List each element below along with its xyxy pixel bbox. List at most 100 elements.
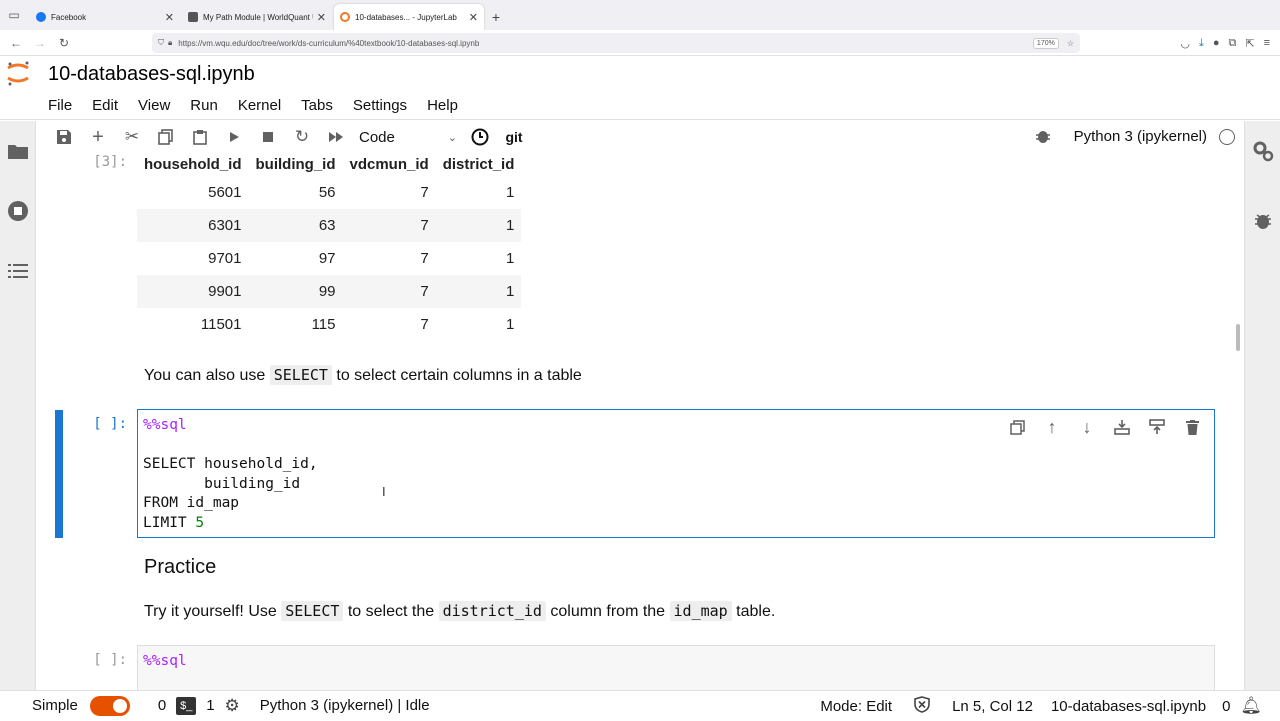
reload-icon[interactable]: ↻	[52, 36, 76, 50]
cell-type-select[interactable]: Code ⌄	[359, 129, 463, 146]
menu-edit[interactable]: Edit	[92, 97, 118, 114]
trusted-shield-icon[interactable]	[914, 695, 930, 717]
fast-forward-icon[interactable]	[319, 123, 353, 151]
markdown-text: column from the	[545, 603, 670, 620]
code-line: FROM id_map	[143, 495, 240, 511]
close-tab-icon[interactable]: ✕	[469, 11, 478, 24]
table-cell: 7	[420, 183, 429, 201]
markdown-text: Try it yourself! Use	[144, 603, 282, 620]
markdown-cell[interactable]: You can also use SELECT to select certai…	[144, 365, 582, 385]
code-number: 5	[195, 514, 205, 531]
menu-file[interactable]: File	[48, 97, 72, 114]
downloads-icon[interactable]: ⤓	[1199, 37, 1204, 50]
menu-kernel[interactable]: Kernel	[238, 97, 281, 114]
markdown-text: to select the	[343, 603, 439, 620]
code-content[interactable]: %%sql	[143, 652, 187, 672]
shield-icon: ⛉	[158, 38, 164, 47]
table-cell: 7	[342, 209, 436, 242]
stop-icon[interactable]	[251, 123, 285, 151]
insert-below-icon[interactable]	[1145, 416, 1169, 438]
delete-cell-icon[interactable]	[1180, 416, 1204, 438]
new-tab-button[interactable]: +	[484, 4, 508, 30]
debugger-icon[interactable]	[1245, 201, 1280, 241]
back-icon[interactable]: ←	[4, 36, 28, 50]
zoom-level[interactable]: 170%	[1032, 37, 1059, 49]
folder-icon[interactable]	[0, 131, 36, 171]
kernel-sessions-icon[interactable]: ⚙	[225, 696, 240, 716]
add-cell-icon[interactable]: +	[81, 123, 115, 151]
browser-tab-jupyterlab[interactable]: 10-databases... - JupyterLab ✕	[334, 4, 484, 30]
notebook-toolbar: + ✂ ↻ Code ⌄ git Python 3 (ipykernel)	[37, 121, 1243, 153]
bug-icon[interactable]	[1035, 128, 1051, 149]
share-icon[interactable]: ⇱	[1245, 37, 1254, 50]
kernel-count[interactable]: 1	[206, 697, 214, 714]
notebook-scrollbar[interactable]	[1236, 324, 1240, 351]
table-of-contents-icon[interactable]	[0, 251, 36, 291]
table-cell: 7	[342, 275, 436, 308]
close-tab-icon[interactable]: ✕	[317, 11, 326, 24]
menu-icon[interactable]: ≡	[1264, 37, 1270, 49]
insert-above-icon[interactable]	[1110, 416, 1134, 438]
git-button[interactable]: git	[497, 123, 531, 151]
close-tab-icon[interactable]: ✕	[165, 11, 174, 24]
profile-icon[interactable]: ●	[1213, 37, 1220, 49]
duplicate-cell-icon[interactable]	[1005, 416, 1029, 438]
url-bar[interactable]: ⛉ 🔒︎ https://vm.wqu.edu/doc/tree/work/ds…	[152, 33, 1080, 53]
property-inspector-icon[interactable]	[1245, 131, 1280, 171]
kernel-status[interactable]: Python 3 (ipykernel) | Idle	[260, 697, 430, 714]
running-kernels-icon[interactable]	[0, 191, 36, 231]
extensions-icon[interactable]: ⧉	[1229, 37, 1237, 50]
input-prompt: [ ]:	[93, 652, 127, 668]
cut-icon[interactable]: ✂	[115, 123, 149, 151]
code-cell-editor[interactable]: %%sql SELECT household_id, building_id F…	[137, 409, 1215, 538]
bookmark-star-icon[interactable]: ☆	[1067, 39, 1074, 48]
move-up-icon[interactable]: ↑	[1040, 416, 1064, 438]
forward-icon[interactable]: →	[28, 36, 52, 50]
code-line: SELECT household_id,	[143, 456, 318, 472]
cursor-position[interactable]: Ln 5, Col 12	[952, 698, 1033, 715]
url-text[interactable]: https://vm.wqu.edu/doc/tree/work/ds-curr…	[178, 39, 1033, 48]
inline-code: id_map	[669, 601, 732, 621]
table-cell: 5601	[208, 183, 242, 201]
pocket-icon[interactable]: ◡	[1180, 37, 1190, 50]
menu-run[interactable]: Run	[190, 97, 218, 114]
terminal-icon[interactable]: $_	[176, 696, 197, 715]
browser-tab-worldquant[interactable]: My Path Module | WorldQuant U ✕	[182, 4, 332, 30]
code-cell-editor[interactable]: %%sql	[137, 645, 1215, 690]
jupyter-header: 10-databases-sql.ipynb	[0, 56, 1280, 92]
worldquant-favicon-icon	[188, 12, 198, 22]
restart-icon[interactable]: ↻	[285, 123, 319, 151]
copy-icon[interactable]	[149, 123, 183, 151]
terminal-count[interactable]: 0	[158, 697, 166, 714]
kernel-name-button[interactable]: Python 3 (ipykernel)	[1074, 128, 1207, 145]
menu-tabs[interactable]: Tabs	[301, 97, 333, 114]
table-cell: 6301	[137, 209, 249, 242]
notebook-panel[interactable]: [3]: household_id building_id vdcmun_id …	[37, 153, 1243, 690]
menu-help[interactable]: Help	[427, 97, 458, 114]
run-icon[interactable]	[217, 123, 251, 151]
code-content[interactable]: %%sql SELECT household_id, building_id F…	[143, 416, 318, 533]
markdown-cell[interactable]: Try it yourself! Use SELECT to select th…	[144, 601, 775, 621]
simple-mode-toggle[interactable]	[89, 695, 130, 716]
clock-icon[interactable]	[463, 123, 497, 151]
output-prompt: [3]:	[93, 154, 127, 170]
notification-bell-icon[interactable]: 🔔︎	[1240, 696, 1262, 716]
tab-title: My Path Module | WorldQuant U	[203, 12, 313, 22]
table-header-row: household_id building_id vdcmun_id distr…	[137, 153, 521, 175]
text-cursor-icon: I	[382, 484, 386, 499]
menu-settings[interactable]: Settings	[353, 97, 407, 114]
jupyter-logo-icon	[0, 56, 36, 92]
move-down-icon[interactable]: ↓	[1075, 416, 1099, 438]
markdown-heading-cell[interactable]: Practice	[144, 556, 216, 579]
document-title: 10-databases-sql.ipynb	[48, 62, 255, 85]
facebook-favicon-icon	[36, 12, 46, 22]
table-cell: 1	[435, 275, 522, 308]
save-icon[interactable]	[47, 123, 81, 151]
notification-count[interactable]: 0	[1222, 698, 1230, 715]
tab-list-icon[interactable]: ▭	[0, 0, 28, 30]
menu-view[interactable]: View	[138, 97, 170, 114]
paste-icon[interactable]	[183, 123, 217, 151]
table-cell: 1	[435, 209, 522, 242]
code-line: building_id	[143, 475, 301, 492]
browser-tab-facebook[interactable]: Facebook ✕	[30, 4, 180, 30]
